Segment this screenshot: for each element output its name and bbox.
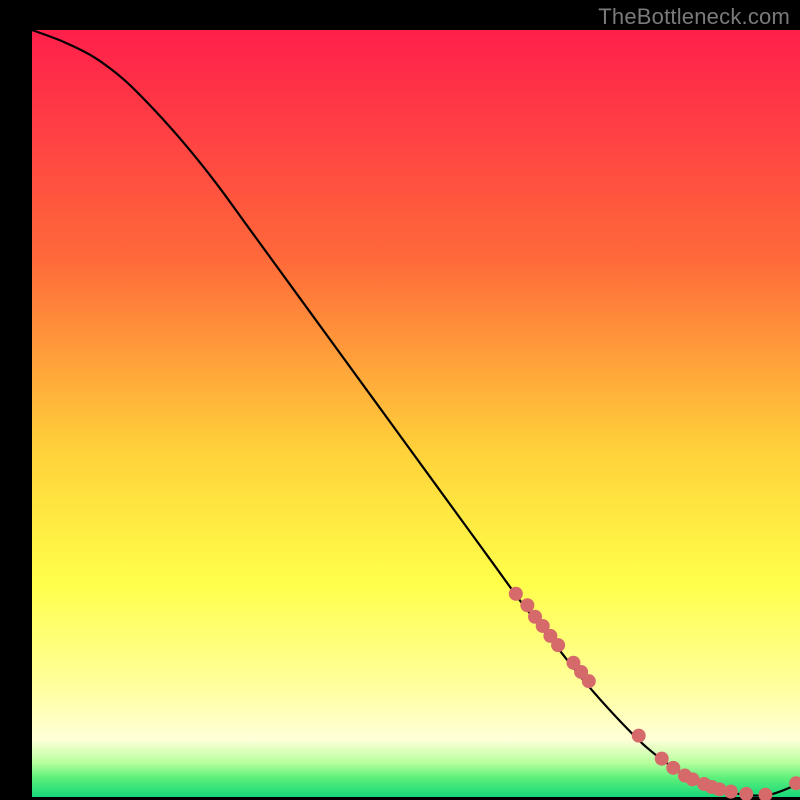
gpu-point — [724, 785, 738, 799]
gpu-point — [666, 761, 680, 775]
gpu-point — [582, 674, 596, 688]
watermark: TheBottleneck.com — [598, 4, 790, 30]
gpu-point — [655, 752, 669, 766]
gpu-point — [509, 587, 523, 601]
chart-svg — [0, 0, 800, 800]
gpu-point — [632, 729, 646, 743]
gpu-point — [551, 638, 565, 652]
chart-stage: { "watermark": "TheBottleneck.com", "cha… — [0, 0, 800, 800]
gpu-point — [520, 598, 534, 612]
gpu-point — [712, 782, 726, 796]
plot-background — [32, 30, 800, 797]
